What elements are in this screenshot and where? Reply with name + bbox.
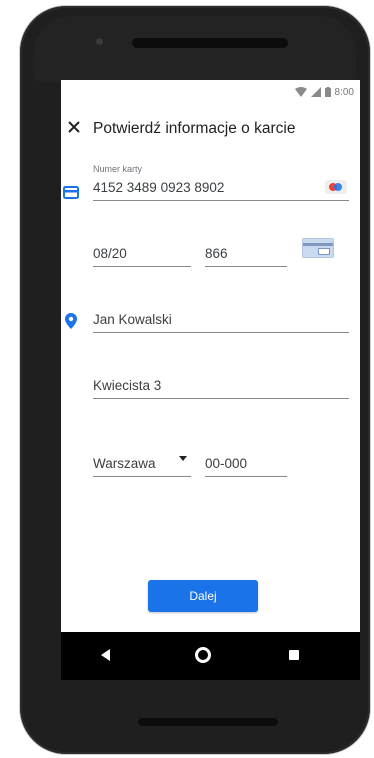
- city-dropdown[interactable]: Warszawa: [93, 446, 191, 477]
- card-number-value: 4152 3489 0923 8902: [93, 180, 225, 195]
- street-value: Kwiecista 3: [93, 378, 162, 393]
- close-button[interactable]: [63, 118, 85, 140]
- postal-code-value: 00-000: [205, 456, 248, 471]
- front-camera: [96, 38, 103, 45]
- back-icon[interactable]: [101, 649, 110, 661]
- credit-card-icon: [63, 186, 79, 204]
- postal-code-field[interactable]: 00-000: [205, 446, 287, 477]
- cvc-field[interactable]: 866: [205, 236, 287, 267]
- bottom-speaker: [138, 718, 278, 726]
- recents-icon[interactable]: [289, 650, 299, 660]
- dropdown-arrow-icon: [179, 456, 187, 461]
- card-number-field[interactable]: Numer karty 4152 3489 0923 8902: [93, 164, 349, 201]
- expiry-value: 08/20: [93, 246, 127, 261]
- next-button[interactable]: Dalej: [148, 580, 258, 612]
- name-value: Jan Kowalski: [93, 312, 172, 327]
- page-title: Potwierdź informacje o karcie: [93, 120, 296, 137]
- city-value: Warszawa: [93, 456, 156, 471]
- signal-icon: [310, 87, 321, 97]
- name-field[interactable]: Jan Kowalski: [93, 302, 349, 333]
- battery-icon: [324, 87, 331, 97]
- system-nav-bar: [61, 632, 360, 680]
- screen: 8:00 Potwierdź informacje o karcie Numer…: [61, 80, 360, 632]
- card-number-label: Numer karty: [93, 164, 143, 174]
- cvc-card-icon: [302, 238, 334, 258]
- home-icon[interactable]: [195, 647, 211, 663]
- status-time: 8:00: [334, 86, 354, 98]
- app-bar: Potwierdź informacje o karcie: [61, 116, 360, 144]
- cvc-value: 866: [205, 246, 228, 261]
- street-field[interactable]: Kwiecista 3: [93, 368, 349, 399]
- expiry-field[interactable]: 08/20: [93, 236, 191, 267]
- wifi-icon: [294, 87, 307, 97]
- close-icon: [68, 120, 80, 138]
- mastercard-icon: [325, 180, 347, 194]
- earpiece-speaker: [132, 38, 288, 48]
- top-bezel: [34, 16, 356, 82]
- location-pin-icon: [65, 313, 77, 334]
- status-bar: 8:00: [294, 84, 354, 100]
